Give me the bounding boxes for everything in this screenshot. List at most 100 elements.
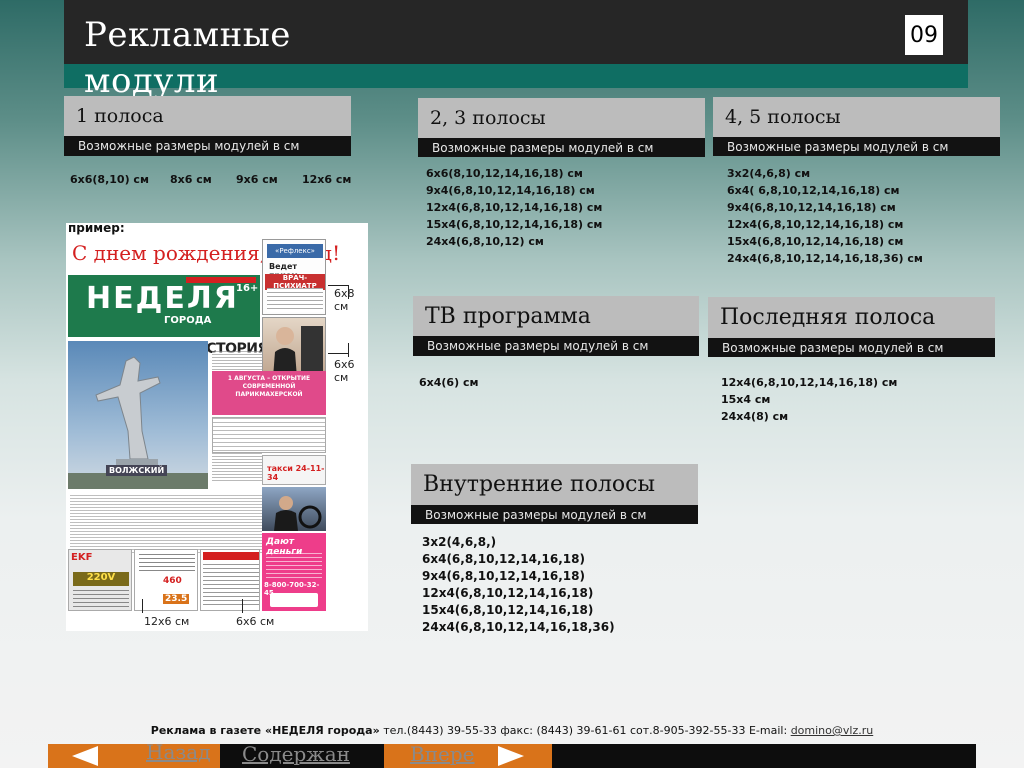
size-item: 6х4(6,8,10,12,14,16,18) (422, 552, 585, 566)
section-last-subtitle: Возможные размеры модулей в см (708, 338, 995, 357)
size-item: 6х6(8,10,12,14,16,18) см (426, 167, 583, 180)
section-inner-title: Внутренние полосы (411, 464, 698, 505)
sizes-page1-item: 9х6 см (236, 173, 278, 186)
ad-ekf-logo: EKF (71, 552, 93, 563)
size-item: 12х4(6,8,10,12,14,16,18) см (727, 218, 904, 231)
ad-money-logo (270, 593, 318, 607)
size-item: 3х2(4,6,8,) (422, 535, 497, 549)
page-number: 09 (905, 15, 943, 55)
nav-back-button[interactable]: Назад (120, 740, 220, 768)
nav-contents-button[interactable]: Содержан (236, 742, 376, 768)
sizes-last-list: 12х4(6,8,10,12,14,16,18) см 15х4 см 24х4… (721, 374, 897, 425)
page-title-line1: Рекламные (84, 15, 291, 55)
ad-pharmacy: 1 АВГУСТА – ОТКРЫТИЕ СОВРЕМЕННОЙ ПАРИКМА… (212, 371, 326, 415)
size-item: 24х4(8) см (721, 410, 789, 423)
size-item: 9х4(6,8,10,12,14,16,18) см (727, 201, 896, 214)
size-item: 9х4(6,8,10,12,14,16,18) см (426, 184, 595, 197)
newspaper-masthead: НЕДЕЛЯ ГОРОДА 16+ (68, 275, 260, 337)
ad-shop-text (203, 564, 259, 608)
annotation-line-bottom-left (142, 599, 143, 613)
annotation-12x6: 12х6 см (144, 615, 190, 628)
nav-back-label: Назад (146, 740, 211, 764)
size-item: 15х4(6,8,10,12,14,16,18) (422, 603, 594, 617)
nav-forward-label: Впере (410, 742, 475, 766)
section-tv-subtitle: Возможные размеры модулей в см (413, 336, 699, 356)
ad-money-text (266, 553, 322, 579)
sizes-page1-item: 12х6 см (302, 173, 352, 186)
size-item: 12х4(6,8,10,12,14,16,18) см (426, 201, 603, 214)
section-page1-subtitle: Возможные размеры модулей в см (64, 136, 351, 156)
annotation-line-top (328, 285, 348, 286)
ad-price-2: 23.5 (163, 594, 190, 604)
size-item: 9х4(6,8,10,12,14,16,18) (422, 569, 585, 583)
arrow-right-icon (498, 746, 524, 766)
section-page45-subtitle: Возможные размеры модулей в см (713, 137, 1000, 156)
ad-shop-header (203, 552, 259, 560)
ad-pharmacy-text: 1 АВГУСТА – ОТКРЫТИЕ СОВРЕМЕННОЙ ПАРИКМА… (227, 375, 311, 398)
footer-contact-details: тел.(8443) 39-55-33 факс: (8443) 39-61-6… (379, 724, 791, 737)
sizes-inner-list: 3х2(4,6,8,) 6х4(6,8,10,12,14,16,18) 9х4(… (422, 534, 615, 636)
size-item: 12х4(6,8,10,12,14,16,18) см (721, 376, 898, 389)
size-item: 15х4(6,8,10,12,14,16,18) см (727, 235, 904, 248)
person-icon (273, 326, 323, 378)
ad-doctor-brand: «Рефлекс» (267, 244, 323, 258)
size-item: 6х4( 6,8,10,12,14,16,18) см (727, 184, 900, 197)
sizes-page1-item: 6х6(8,10) см (70, 173, 149, 186)
ad-shop (200, 549, 260, 611)
ad-lamps: 460 23.5 (134, 549, 198, 611)
newspaper-headline: С днем рождения, город! (72, 241, 341, 265)
masthead-title: НЕДЕЛЯ (86, 281, 239, 316)
nav-contents-label: Содержан (242, 742, 350, 766)
section-inner-subtitle: Возможные размеры модулей в см (411, 505, 698, 524)
annotation-6x8: 6х8 см (334, 287, 355, 313)
ad-doctor: «Рефлекс» Ведет прием ВРАЧ-ПСИХИАТР (262, 239, 326, 315)
masthead-red-strip (186, 277, 256, 283)
ad-voltage: 220V (73, 572, 129, 586)
ad-taxi: такси 24-11-34 (262, 455, 326, 485)
annotation-line-mid-v (348, 343, 349, 357)
section-page45-title: 4, 5 полосы (713, 97, 1000, 137)
stadium-sign: ВОЛЖСКИЙ (106, 465, 168, 476)
section-last-title: Последняя полоса (708, 297, 995, 338)
age-rating: 16+ (236, 283, 259, 294)
sizes-tv-list: 6х4(6) см (419, 374, 478, 391)
section-tv-title: ТВ программа (413, 296, 699, 336)
arrow-left-icon (72, 746, 98, 766)
ad-price-1: 460 (163, 576, 182, 586)
annotation-line-mid (328, 353, 348, 354)
masthead-subtitle: ГОРОДА (164, 315, 212, 326)
annotation-6x6-right: 6х6 см (334, 358, 355, 384)
sizes-page23-list: 6х6(8,10,12,14,16,18) см 9х4(6,8,10,12,1… (426, 165, 602, 250)
ad-ekf-text (73, 590, 129, 608)
ad-taxi-text: такси 24-11-34 (267, 464, 325, 482)
footer-contacts: Реклама в газете «НЕДЕЛЯ города» тел.(84… (0, 724, 1024, 737)
size-item: 15х4 см (721, 393, 771, 406)
sizes-page45-list: 3х2(4,6,8) см 6х4( 6,8,10,12,14,16,18) с… (727, 165, 923, 267)
ad-notice (212, 417, 326, 453)
size-item: 24х4(6,8,10,12,14,16,18,36) см (727, 252, 923, 265)
footer-ad-label: Реклама в газете «НЕДЕЛЯ города» (150, 724, 380, 737)
footer-email-link[interactable]: domino@vlz.ru (791, 724, 874, 737)
article-text-block (70, 495, 262, 555)
section-page1-title: 1 полоса (64, 96, 351, 136)
size-item: 15х4(6,8,10,12,14,16,18) см (426, 218, 603, 231)
size-item: 3х2(4,6,8) см (727, 167, 811, 180)
nav-back-arrow-area[interactable] (48, 744, 120, 768)
page-title: Рекламные модули (84, 12, 404, 104)
size-item: 24х4(6,8,10,12,14,16,18,36) (422, 620, 615, 634)
size-item: 24х4(6,8,10,12) см (426, 235, 544, 248)
annotation-line-bottom-right (242, 599, 243, 613)
example-label: пример: (68, 223, 125, 235)
nav-forward-button[interactable]: Впере (384, 742, 552, 768)
ad-car-photo (262, 487, 326, 531)
newspaper-example-image: пример: С днем рождения, город! НЕДЕЛЯ Г… (66, 223, 368, 631)
size-item: 6х4(6) см (419, 376, 479, 389)
size-item: 12х4(6,8,10,12,14,16,18) (422, 586, 594, 600)
ad-ekf: EKF 220V (68, 549, 132, 611)
ad-money: Дают деньги 8-800-700-32-45 (262, 533, 326, 611)
annotation-6x6-bottom: 6х6 см (236, 615, 275, 628)
driver-icon (274, 496, 322, 531)
ad-doctor-text (267, 288, 323, 312)
ad-portrait-photo (262, 317, 326, 378)
ad-lamps-text (139, 554, 195, 574)
